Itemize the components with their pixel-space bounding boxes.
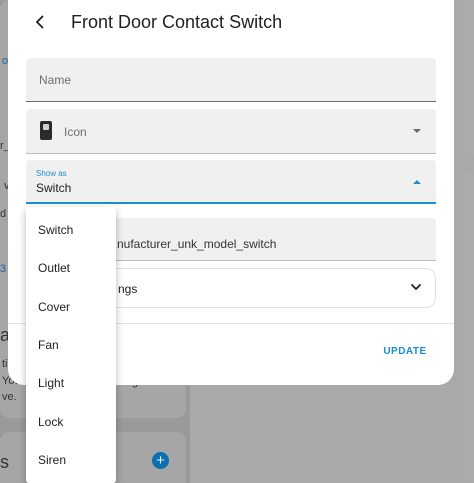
update-button[interactable]: UPDATE bbox=[380, 343, 430, 361]
show-as-value: Switch bbox=[36, 181, 72, 195]
entity-id-value: nufacturer_unk_model_switch bbox=[117, 237, 277, 251]
background-card bbox=[462, 0, 474, 155]
background-text: 3 bbox=[0, 263, 7, 275]
show-as-select[interactable]: Show as Switch bbox=[26, 160, 436, 204]
name-field-label: Name bbox=[39, 73, 72, 87]
icon-picker-label: Icon bbox=[64, 125, 87, 139]
show-as-dropdown-menu: Switch Outlet Cover Fan Light Lock Siren bbox=[26, 207, 116, 483]
show-as-label: Show as bbox=[36, 169, 67, 178]
chevron-down-icon bbox=[409, 280, 423, 294]
add-icon[interactable]: + bbox=[152, 452, 169, 469]
advanced-settings-label: ngs bbox=[118, 282, 138, 296]
dialog-header: Front Door Contact Switch bbox=[8, 0, 454, 46]
menu-item-fan[interactable]: Fan bbox=[26, 329, 116, 361]
icon-picker[interactable]: Icon bbox=[26, 109, 436, 154]
menu-item-light[interactable]: Light bbox=[26, 367, 116, 399]
menu-item-outlet[interactable]: Outlet bbox=[26, 252, 116, 284]
menu-item-cover[interactable]: Cover bbox=[26, 291, 116, 323]
cellphone-icon bbox=[40, 121, 52, 140]
back-arrow-icon[interactable] bbox=[30, 12, 50, 32]
dialog-title: Front Door Contact Switch bbox=[71, 12, 283, 32]
dropdown-arrow-up-icon[interactable] bbox=[413, 180, 421, 184]
menu-item-switch[interactable]: Switch bbox=[26, 214, 116, 246]
background-text: d bbox=[0, 208, 7, 220]
background-text: ve. bbox=[2, 391, 17, 403]
dropdown-arrow-icon[interactable] bbox=[413, 129, 421, 133]
menu-item-lock[interactable]: Lock bbox=[26, 406, 116, 438]
menu-item-siren[interactable]: Siren bbox=[26, 444, 116, 476]
name-field[interactable]: Name bbox=[26, 58, 436, 102]
background-text: s bbox=[0, 452, 9, 472]
background-text: ti bbox=[2, 358, 8, 370]
background-card bbox=[462, 170, 474, 483]
